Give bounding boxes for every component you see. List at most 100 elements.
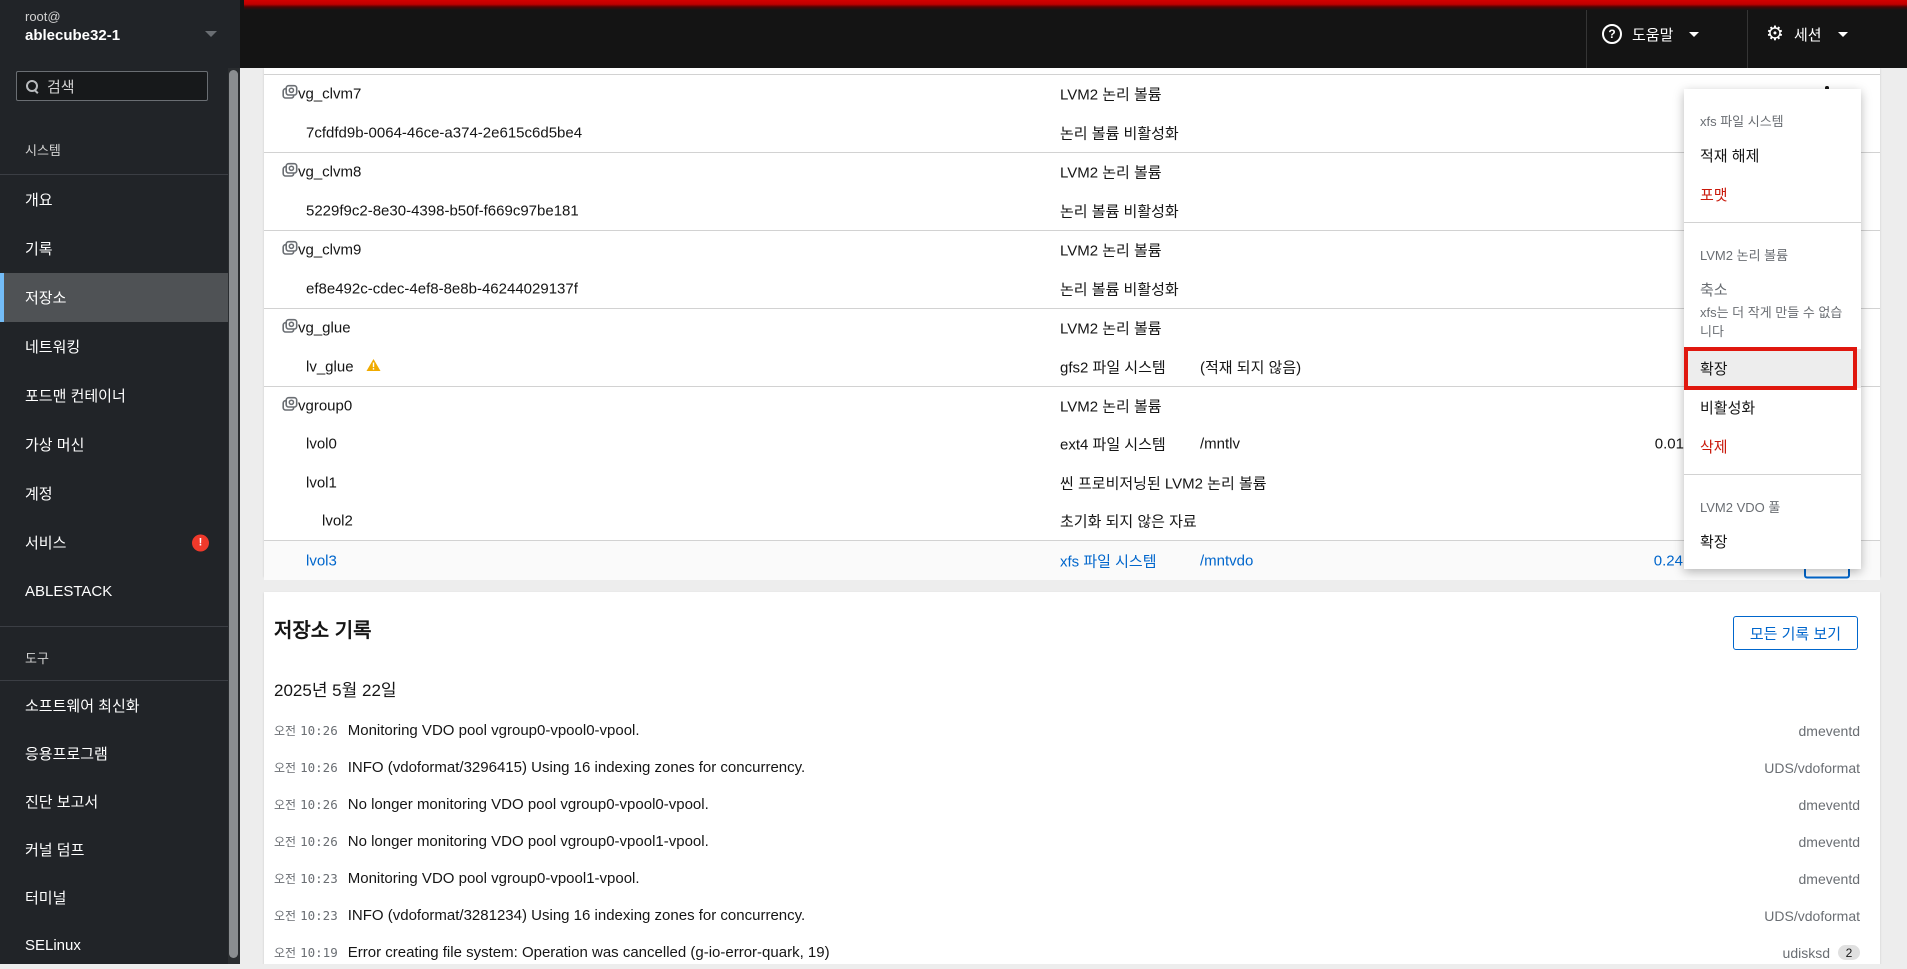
log-time: 10:26 — [300, 723, 338, 738]
volume-group-block: vg_clvm9 LVM2 논리 볼륨 ef8e492c-cdec-4ef8-8e8… — [264, 231, 1880, 309]
menu-divider — [1684, 222, 1861, 223]
volume-group-block: vg_glue LVM2 논리 볼륨 lv_glue gfs2 파일 시스템 (적재 되… — [264, 309, 1880, 387]
sidebar-item[interactable]: 저장소 — [0, 273, 228, 322]
sidebar-item[interactable]: 터미널 — [0, 873, 228, 921]
table-row[interactable]: lv_glue gfs2 파일 시스템 (적재 되지 않음) — [264, 348, 1880, 387]
masthead-separator — [1586, 10, 1587, 68]
table-row[interactable]: 5229f9c2-8e30-4398-b50f-f669c97be181 논리 볼… — [264, 192, 1880, 231]
sidebar-item-label: 커널 덤프 — [25, 841, 85, 859]
menu-item-적재 해제[interactable]: 적재 해제 — [1684, 136, 1861, 175]
volume-type: LVM2 논리 볼륨 — [1060, 86, 1162, 104]
sidebar-item-label: SELinux — [25, 936, 81, 954]
table-row[interactable]: lvol1 씬 프로비저닝된 LVM2 논리 볼륨 — [264, 464, 1880, 502]
log-count-badge: 2 — [1838, 945, 1860, 960]
volume-table: vg_clvm7 LVM2 논리 볼륨 7cfdfd9b-0064-46ce-a37… — [264, 75, 1880, 580]
menu-section-header: LVM2 논리 볼륨 — [1700, 248, 1789, 263]
menu-item-삭제[interactable]: 삭제 — [1684, 427, 1861, 466]
menu-item-label: 적재 해제 — [1700, 148, 1760, 165]
menu-divider — [1684, 474, 1861, 475]
sidebar-item[interactable]: 네트워킹 — [0, 322, 228, 371]
volume-name: lvol1 — [306, 474, 337, 492]
session-menu-button[interactable]: ⚙ 세션 — [1766, 0, 1848, 68]
sidebar-item[interactable]: 개요 — [0, 175, 228, 224]
table-row[interactable]: lvol3xfs 파일 시스템/mntvdo0.24 / 30 GB — [264, 540, 1880, 580]
volume-group-icon — [282, 163, 298, 182]
table-row[interactable]: vgroup0 LVM2 논리 볼륨 — [264, 387, 1880, 425]
volume-content[interactable]: xfs 파일 시스템 — [1060, 550, 1157, 571]
sidebar-section-header: 도구 — [25, 651, 49, 666]
log-entry[interactable]: 오전 10:26 INFO (vdoformat/3296415) Using 16… — [264, 749, 1880, 786]
table-row[interactable]: lvol0 ext4 파일 시스템/mntlv 0.01 — [264, 425, 1880, 463]
sidebar-item-label: 기록 — [25, 241, 53, 258]
table-row[interactable]: ef8e492c-cdec-4ef8-8e8b-46244029137f 논리 볼… — [264, 270, 1880, 309]
log-entry[interactable]: 오전 10:19 Error creating file system: Opera… — [264, 934, 1880, 964]
menu-item-label: 축소 — [1700, 282, 1728, 299]
sidebar-item[interactable]: 기록 — [0, 224, 228, 273]
log-entry[interactable]: 오전 10:26 No longer monitoring VDO pool vgr… — [264, 786, 1880, 823]
volume-group-name: vgroup0 — [298, 397, 353, 415]
volume-group-block: vg_clvm8 LVM2 논리 볼륨 5229f9c2-8e30-4398-b50… — [264, 153, 1880, 231]
volume-name[interactable]: lvol3 — [306, 552, 337, 569]
help-menu-button[interactable]: ? 도움말 — [1602, 0, 1700, 68]
table-row[interactable]: lvol2 초기화 되지 않은 자료 — [264, 502, 1880, 540]
log-source: UDS/vdoformat — [1764, 907, 1860, 924]
usage-text: 0.01 — [1654, 435, 1684, 453]
sidebar-item[interactable]: 응용프로그램 — [0, 729, 228, 777]
scrollbar-thumb[interactable] — [229, 70, 238, 958]
volume-name: 5229f9c2-8e30-4398-b50f-f669c97be181 — [306, 202, 579, 220]
sidebar-item[interactable]: 커널 덤프 — [0, 825, 228, 873]
sidebar-divider — [0, 626, 228, 627]
menu-item-포맷[interactable]: 포맷 — [1684, 175, 1861, 214]
log-time: 10:19 — [300, 945, 338, 960]
sidebar-item[interactable]: SELinux — [0, 921, 228, 969]
sidebar-item[interactable]: 포드맨 컨테이너 — [0, 371, 228, 420]
sidebar-item[interactable]: ABLESTACK — [0, 567, 228, 616]
sidebar-scrollbar[interactable] — [228, 68, 240, 964]
volume-content: gfs2 파일 시스템 — [1060, 359, 1166, 377]
mount-point[interactable]: /mntvdo — [1200, 552, 1253, 569]
help-icon: ? — [1602, 24, 1622, 44]
storage-devices-card: vg_clvm7 LVM2 논리 볼륨 7cfdfd9b-0064-46ce-a37… — [264, 68, 1880, 580]
log-message: Monitoring VDO pool vgroup0-vpool1-vpool… — [347, 870, 640, 887]
sidebar-item[interactable]: 진단 보고서 — [0, 777, 228, 825]
help-label: 도움말 — [1632, 26, 1674, 44]
log-entry[interactable]: 오전 10:26 Monitoring VDO pool vgroup0-vpool… — [264, 712, 1880, 749]
sidebar-item[interactable]: 가상 머신 — [0, 420, 228, 469]
sidebar-item-label: 계정 — [25, 486, 53, 503]
log-entry[interactable]: 오전 10:23 Monitoring VDO pool vgroup0-vpool… — [264, 860, 1880, 897]
table-row[interactable]: 7cfdfd9b-0064-46ce-a374-2e615c6d5be4 논리 볼… — [264, 114, 1880, 153]
sidebar-item[interactable]: 계정 — [0, 469, 228, 518]
menu-item-확장[interactable]: 확장 — [1684, 522, 1861, 561]
log-entry[interactable]: 오전 10:23 INFO (vdoformat/3281234) Using 16… — [264, 897, 1880, 934]
sidebar-item-label: 포드맨 컨테이너 — [25, 388, 126, 405]
warning-icon — [366, 358, 381, 375]
volume-type: LVM2 논리 볼륨 — [1060, 164, 1162, 182]
table-row[interactable]: vg_clvm9 LVM2 논리 볼륨 — [264, 231, 1880, 270]
menu-item-grow-annotated[interactable]: 확장 — [1684, 347, 1861, 390]
sidebar-item-label: 가상 머신 — [25, 437, 85, 454]
sidebar-item[interactable]: 서비스! — [0, 518, 228, 567]
masthead-separator — [1747, 10, 1748, 68]
host-switcher[interactable]: root@ ablecube32-1 — [0, 0, 240, 68]
log-source: udisksd — [1782, 944, 1830, 961]
volume-content: 논리 볼륨 비활성화 — [1060, 125, 1179, 143]
sidebar: root@ ablecube32-1 검색 시스템 개요 기록 저장소 네트워킹 포드맨 … — [0, 0, 240, 964]
view-all-logs-button[interactable]: 모든 기록 보기 — [1732, 616, 1858, 650]
search-input[interactable]: 검색 — [16, 71, 208, 101]
menu-item-비활성화[interactable]: 비활성화 — [1684, 388, 1861, 427]
sidebar-nav: 시스템 개요 기록 저장소 네트워킹 포드맨 컨테이너 가상 머신 계정 서비스! ABLESTA… — [0, 101, 228, 969]
table-row[interactable]: vg_glue LVM2 논리 볼륨 — [264, 309, 1880, 348]
sidebar-item[interactable]: 소프트웨어 최신화 — [0, 681, 228, 729]
sidebar-item-label: 터미널 — [25, 889, 67, 907]
log-time: 10:23 — [300, 871, 338, 886]
log-entry[interactable]: 오전 10:26 No longer monitoring VDO pool vgr… — [264, 823, 1880, 860]
log-date-header: 2025년 5월 22일 — [274, 681, 397, 700]
table-row[interactable]: vg_clvm8 LVM2 논리 볼륨 — [264, 153, 1880, 192]
table-row[interactable]: vg_clvm7 LVM2 논리 볼륨 — [264, 75, 1880, 114]
log-source: dmeventd — [1798, 870, 1860, 887]
search-placeholder: 검색 — [47, 78, 75, 96]
gear-icon: ⚙ — [1766, 23, 1784, 45]
log-message: No longer monitoring VDO pool vgroup0-vp… — [347, 833, 709, 850]
volume-name: lv_glue — [306, 358, 354, 376]
sidebar-item-label: 진단 보고서 — [25, 793, 99, 811]
